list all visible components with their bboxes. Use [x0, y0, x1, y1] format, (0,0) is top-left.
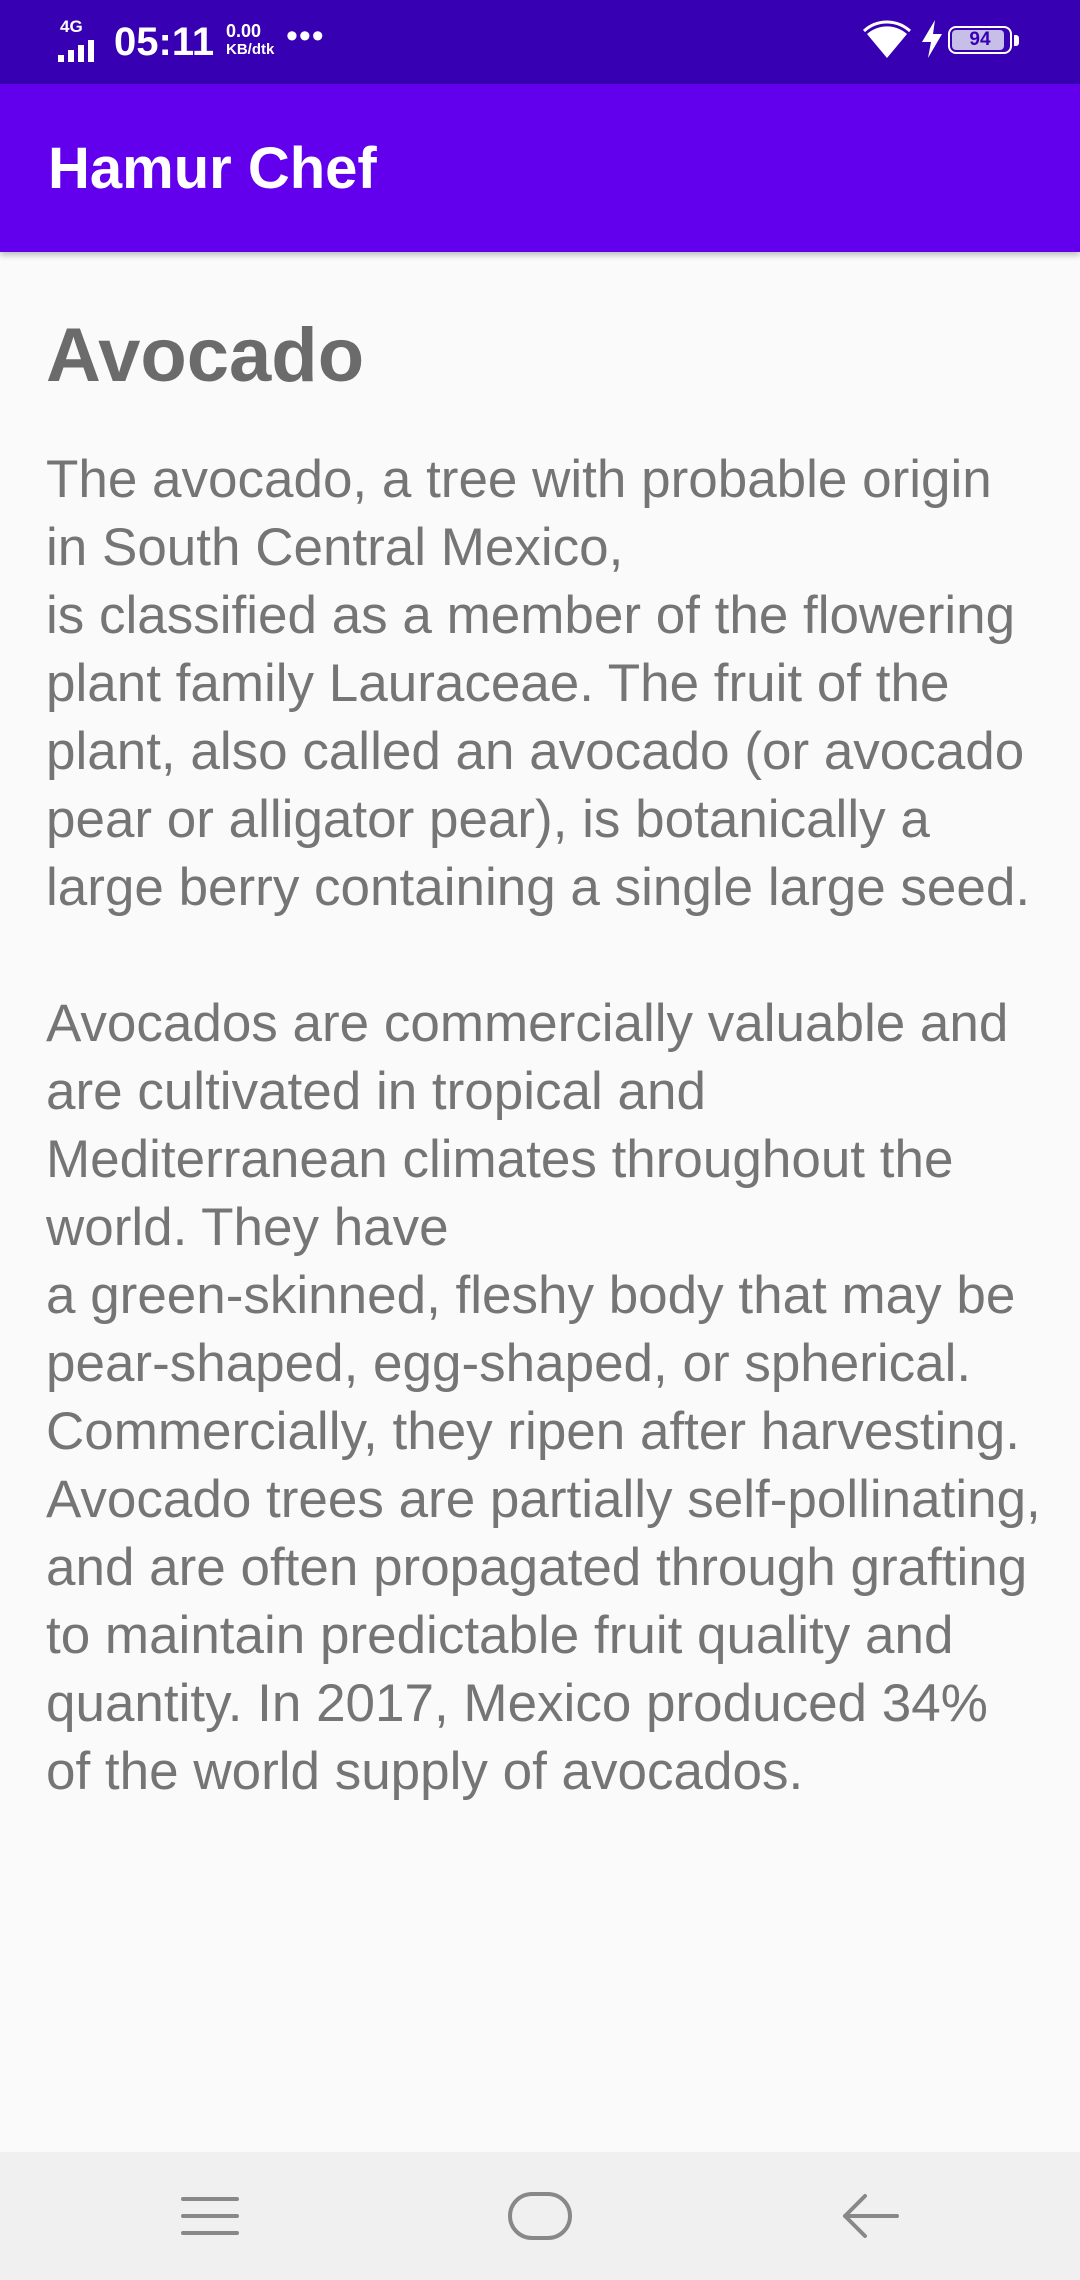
app-bar: Hamur Chef: [0, 84, 1080, 252]
fruit-description: The avocado, a tree with probable origin…: [46, 450, 1041, 1801]
signal-indicator: 4G: [58, 18, 104, 62]
network-type: 4G: [60, 17, 83, 36]
home-button[interactable]: [470, 2152, 610, 2280]
network-speed-value: 0.00: [226, 21, 262, 41]
battery-icon: 94: [948, 26, 1020, 56]
status-bar: 4G 05:11 0.00 KB/dtk ••• 94: [0, 0, 1080, 84]
more-notifications-icon: •••: [286, 17, 325, 55]
recent-apps-button[interactable]: [140, 2152, 280, 2280]
clock: 05:11: [114, 20, 215, 64]
battery-level: 94: [969, 29, 991, 50]
signal-icon: [58, 40, 104, 62]
back-icon: [843, 2194, 899, 2238]
network-speed: 0.00 KB/dtk: [226, 21, 286, 59]
charging-icon: [922, 20, 942, 58]
app-title: Hamur Chef: [48, 136, 377, 201]
fruit-title: Avocado: [46, 313, 365, 398]
wifi-icon: [862, 20, 912, 58]
back-button[interactable]: [800, 2152, 940, 2280]
home-icon: [508, 2192, 572, 2240]
detail-content: Avocado The avocado, a tree with probabl…: [46, 252, 1046, 1806]
network-speed-unit: KB/dtk: [226, 41, 275, 58]
menu-icon: [181, 2197, 239, 2235]
navigation-bar: [0, 2152, 1080, 2280]
